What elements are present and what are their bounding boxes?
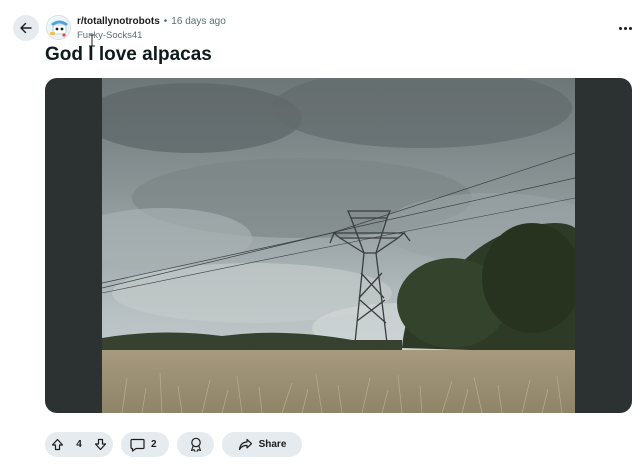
back-button[interactable] [13,15,39,41]
vote-control: 4 [45,432,113,457]
arrow-down-icon [94,438,107,451]
award-button[interactable] [177,432,214,457]
comment-bubble-icon [130,438,145,452]
author-name[interactable]: Funky-Socks41 [77,30,142,41]
arrow-up-icon [51,438,64,451]
post-image[interactable] [45,78,632,413]
pylon-field-photo [102,78,575,413]
post-meta: r/totallynotrobots • 16 days ago [77,16,226,27]
share-button[interactable]: Share [222,432,302,457]
share-label: Share [258,439,287,450]
downvote-button[interactable] [94,438,107,451]
post-time: 16 days ago [171,16,226,27]
meta-separator: • [163,16,168,27]
award-icon [190,437,201,452]
arrow-left-icon [20,22,32,34]
subreddit-avatar[interactable] [46,15,71,40]
share-arrow-icon [238,438,252,451]
comments-button[interactable]: 2 [121,432,169,457]
subreddit-name[interactable]: r/totallynotrobots [77,16,160,27]
upvote-button[interactable] [51,438,64,451]
vote-count: 4 [76,439,82,450]
comment-count: 2 [151,439,157,450]
post-actions-bar: 4 2 Share [45,432,302,457]
more-options-button[interactable] [614,20,636,36]
post-title: God I love alpacas [45,44,212,65]
more-horizontal-icon [618,26,622,30]
